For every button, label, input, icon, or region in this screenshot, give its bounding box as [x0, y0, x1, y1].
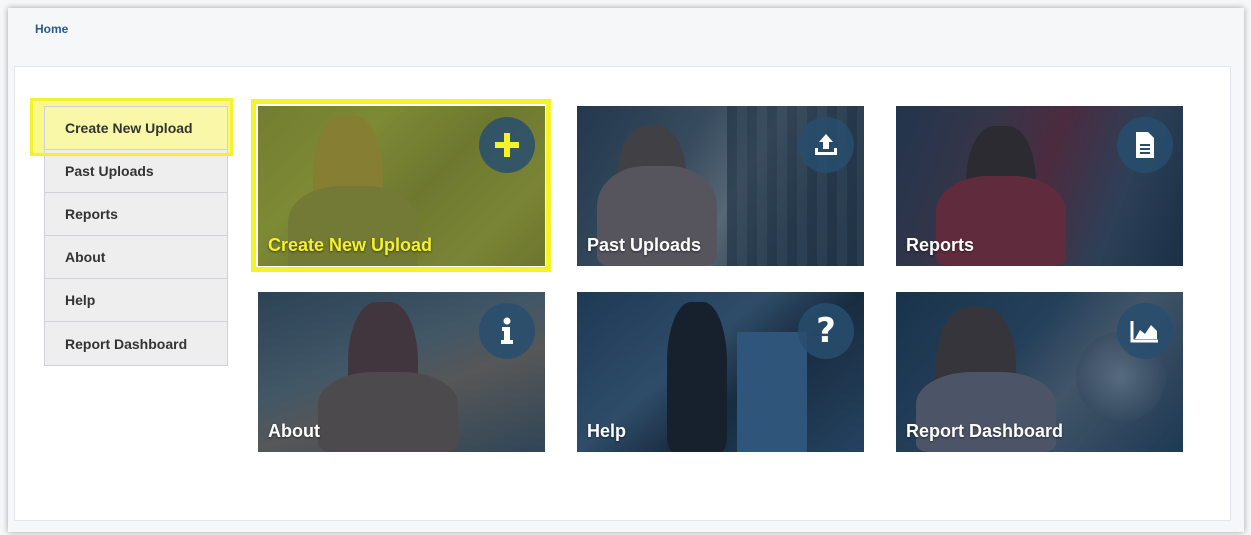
- tile-label: About: [268, 421, 320, 441]
- tile-help[interactable]: ? Help: [577, 292, 864, 452]
- plus-icon: [479, 117, 535, 173]
- sidebar-item-help[interactable]: Help: [45, 279, 227, 322]
- sidebar-item-about[interactable]: About: [45, 236, 227, 279]
- sidebar-item-reports[interactable]: Reports: [45, 193, 227, 236]
- sidebar-item-create-new-upload[interactable]: Create New Upload: [45, 107, 227, 150]
- tile-report-dashboard[interactable]: Report Dashboard: [896, 292, 1183, 452]
- upload-icon: [798, 117, 854, 173]
- area-chart-icon: [1117, 303, 1173, 359]
- sidebar-nav: Create New Upload Past Uploads Reports A…: [44, 106, 228, 366]
- sidebar-item-past-uploads[interactable]: Past Uploads: [45, 150, 227, 193]
- tile-label: Past Uploads: [587, 235, 702, 255]
- document-icon: [1117, 117, 1173, 173]
- tile-reports[interactable]: Reports: [896, 106, 1183, 266]
- tile-about[interactable]: About: [258, 292, 545, 452]
- tile-create-new-upload[interactable]: Create New Upload: [258, 106, 545, 266]
- tile-label: Create New Upload: [268, 235, 433, 255]
- info-icon: [479, 303, 535, 359]
- tile-label: Help: [587, 421, 627, 441]
- question-icon: ?: [798, 303, 854, 359]
- tile-label: Report Dashboard: [906, 421, 1064, 441]
- breadcrumb-home[interactable]: Home: [35, 22, 68, 36]
- sidebar-item-report-dashboard[interactable]: Report Dashboard: [45, 322, 227, 365]
- tile-label: Reports: [906, 235, 975, 255]
- tile-past-uploads[interactable]: Past Uploads: [577, 106, 864, 266]
